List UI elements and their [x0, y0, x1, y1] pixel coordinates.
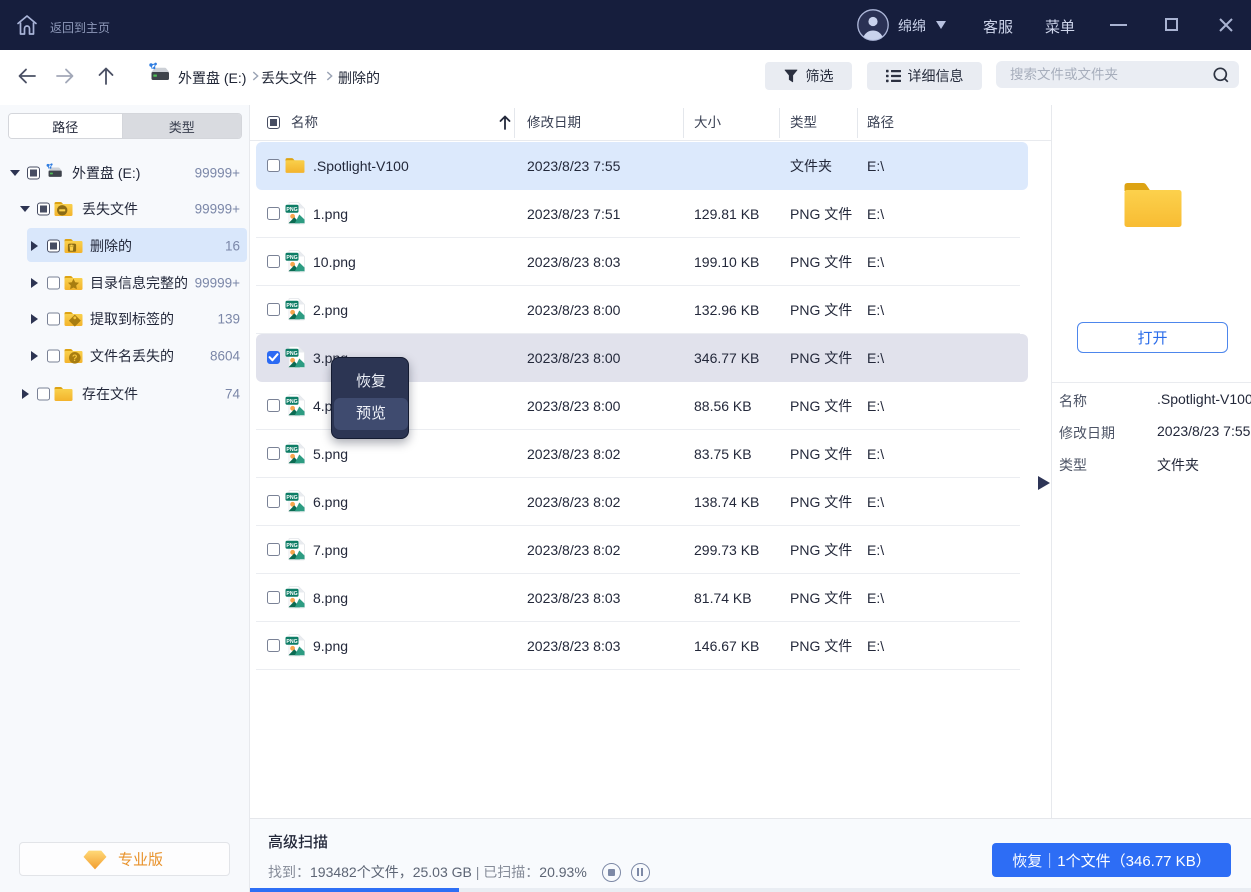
- svg-text:PNG: PNG: [286, 351, 297, 357]
- svg-text:PNG: PNG: [286, 639, 297, 645]
- svg-text:PNG: PNG: [286, 207, 297, 213]
- svg-text:PNG: PNG: [286, 495, 297, 501]
- svg-text:PNG: PNG: [286, 399, 297, 405]
- svg-text:PNG: PNG: [286, 447, 297, 453]
- svg-text:PNG: PNG: [286, 591, 297, 597]
- svg-text:PNG: PNG: [286, 303, 297, 309]
- svg-text:PNG: PNG: [286, 543, 297, 549]
- svg-text:?: ?: [72, 353, 78, 363]
- svg-text:PNG: PNG: [286, 255, 297, 261]
